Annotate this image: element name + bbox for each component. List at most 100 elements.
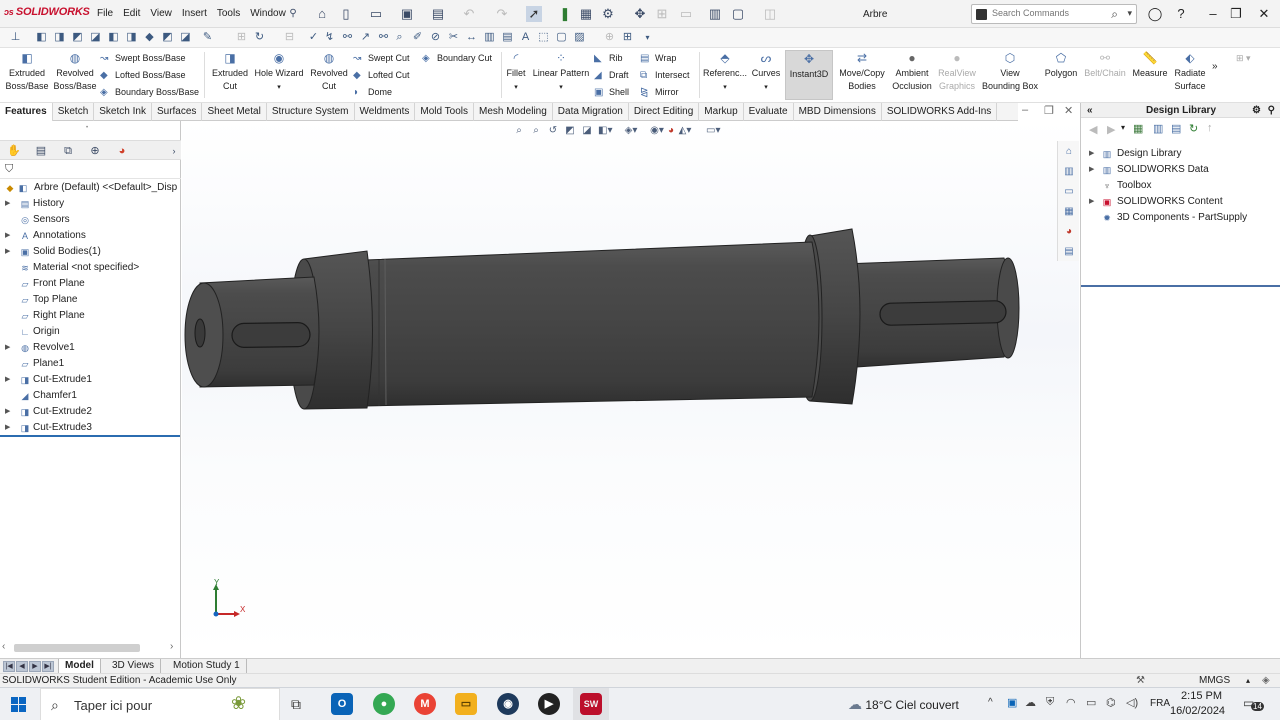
cube-icon[interactable]: ◧ — [34, 30, 49, 45]
view-bounding-box-button[interactable]: ⬡ View Bounding Box — [979, 51, 1041, 93]
radiate-surface-button[interactable]: ⬖ Radiate Surface — [1171, 51, 1209, 93]
cube-icon[interactable]: ◪ — [178, 30, 193, 45]
library-item-3d-components[interactable]: ✹ 3D Components - PartSupply — [1081, 210, 1280, 226]
redo-icon[interactable]: ↷ — [494, 6, 510, 22]
mirror-button[interactable]: ⧎ Mirror — [640, 86, 679, 99]
mirror-icon[interactable]: ⊟ — [282, 30, 297, 45]
draft-button[interactable]: ◢ Draft — [594, 69, 629, 82]
link-icon[interactable]: ⚯ — [376, 30, 391, 45]
extruded-boss-button[interactable]: ◧ Extruded Boss/Base — [4, 51, 50, 93]
dimxpert-icon[interactable]: ⊕ — [87, 143, 103, 159]
expand-icon[interactable]: ▶ — [1089, 146, 1094, 162]
tab-evaluate[interactable]: Evaluate — [744, 103, 794, 121]
chevron-down-icon[interactable]: ▾ — [1127, 8, 1132, 19]
file-properties-icon[interactable]: ▦ — [578, 6, 594, 22]
table-icon[interactable]: ▤ — [500, 30, 515, 45]
frame-icon[interactable]: ▢ — [554, 30, 569, 45]
outlook-tray-icon[interactable]: ▣ — [1007, 696, 1017, 709]
pin-icon[interactable]: ⚲ — [285, 6, 301, 22]
bars-icon[interactable]: ▥ — [482, 30, 497, 45]
grid-icon[interactable]: ⊞ — [234, 30, 249, 45]
crosshair-icon[interactable]: ⊕ — [602, 30, 617, 45]
expand-icon[interactable]: ▶ — [5, 420, 10, 436]
prev-tab-icon[interactable]: ◀ — [16, 661, 28, 672]
browser-icon[interactable]: ◉ — [497, 693, 519, 715]
units-dropdown-icon[interactable]: ▴ — [1246, 674, 1250, 687]
tab-sketch[interactable]: Sketch — [53, 103, 95, 121]
tab-3d-views[interactable]: 3D Views — [106, 659, 162, 673]
rollback-bar[interactable] — [0, 435, 180, 437]
tab-sheet-metal[interactable]: Sheet Metal — [202, 103, 267, 121]
tab-solidworks-add-ins[interactable]: SOLIDWORKS Add-Ins — [882, 103, 998, 121]
tree-item-sensors[interactable]: ◎ Sensors — [0, 212, 181, 228]
task-view-icon[interactable]: ⧉ — [291, 696, 301, 713]
chrome-profile-icon[interactable]: M — [414, 693, 436, 715]
cube-icon[interactable]: ◩ — [70, 30, 85, 45]
tab-mold-tools[interactable]: Mold Tools — [415, 103, 474, 121]
outlook-icon[interactable]: O — [331, 693, 353, 715]
part-model-shaft[interactable] — [182, 121, 1079, 658]
tree-item-plane1[interactable]: ▱ Plane1 — [0, 356, 181, 372]
tree-item-top-plane[interactable]: ▱ Top Plane — [0, 292, 181, 308]
tree-item-right-plane[interactable]: ▱ Right Plane — [0, 308, 181, 324]
tree-item-material[interactable]: ≋ Material <not specified> — [0, 260, 181, 276]
quick-tips-icon[interactable]: ◈ — [1262, 674, 1270, 687]
graphics-area[interactable]: ⌕ ⌕ ↺ ◩ ◪ ◧▾ ◈▾ ◉▾ ◕ ◭▾ ▭▾ ⌂ ▥ ▭ ▦ ◕ ▤ Y… — [182, 121, 1079, 658]
scroll-left-icon[interactable]: ‹ — [2, 641, 5, 652]
curves-button[interactable]: ᔕ Curves ▾ — [749, 51, 783, 94]
file-explorer-icon[interactable]: ▭ — [455, 693, 477, 715]
brush-icon[interactable]: ✎ — [200, 30, 215, 45]
tab-surfaces[interactable]: Surfaces — [152, 103, 203, 121]
tab-mbd-dimensions[interactable]: MBD Dimensions — [794, 103, 882, 121]
user-icon[interactable]: ◯ — [1147, 6, 1163, 22]
filter-icon[interactable]: ⛉ — [5, 163, 13, 176]
cube-icon[interactable]: ◨ — [52, 30, 67, 45]
up-icon[interactable]: ↑ — [1207, 122, 1213, 134]
boundary-cut-button[interactable]: ◈ Boundary Cut — [422, 52, 492, 65]
configuration-manager-icon[interactable]: ⧉ — [60, 143, 76, 159]
taskbar-search[interactable]: ⌕ Taper ici pour ❀ — [40, 688, 280, 720]
extruded-cut-button[interactable]: ◨ Extruded Cut — [207, 51, 253, 93]
belt-chain-button[interactable]: ⚯ Belt/Chain — [1082, 51, 1128, 80]
menu-tools[interactable]: Tools — [212, 8, 245, 19]
menu-view[interactable]: View — [145, 8, 177, 19]
revolved-boss-button[interactable]: ◍ Revolved Boss/Base — [52, 51, 98, 93]
splitter-handle[interactable]: • — [86, 125, 92, 131]
palette-icon[interactable]: ▥ — [707, 6, 723, 22]
volume-icon[interactable]: ◁) — [1126, 696, 1138, 709]
security-tray-icon[interactable]: ⛨ — [1046, 696, 1054, 709]
save-icon[interactable]: ▣ — [399, 6, 415, 22]
tree-item-history[interactable]: ▶ ▤ History — [0, 196, 181, 212]
cube-icon[interactable]: ◆ — [142, 30, 157, 45]
minimize-icon[interactable]: – — [1205, 6, 1221, 21]
rotate-icon[interactable]: ↻ — [252, 30, 267, 45]
check-icon[interactable]: ✓ — [306, 30, 321, 45]
close-icon[interactable]: ✕ — [1256, 6, 1272, 22]
swept-cut-button[interactable]: ↝ Swept Cut — [353, 52, 410, 65]
show-hidden-icons-icon[interactable]: ^ — [988, 697, 993, 708]
linear-pattern-button[interactable]: ⁘ Linear Pattern ▾ — [530, 51, 592, 94]
expand-icon[interactable]: ▶ — [5, 196, 10, 212]
search-icon[interactable]: ⌕ — [1111, 7, 1118, 22]
expand-icon[interactable]: ▶ — [5, 372, 10, 388]
feature-tree-icon[interactable]: ✋ — [6, 143, 22, 159]
menu-insert[interactable]: Insert — [177, 8, 212, 19]
tab-data-migration[interactable]: Data Migration — [553, 103, 629, 121]
library-item-solidworks-content[interactable]: ▶ ▣ SOLIDWORKS Content — [1081, 194, 1280, 210]
traffic-light-icon[interactable]: ❚ — [557, 6, 573, 22]
arrow-icon[interactable]: ↗ — [358, 30, 373, 45]
reference-geometry-button[interactable]: ⬘ Referenc... ▾ — [702, 51, 748, 94]
more-chevron-icon[interactable]: » — [1212, 60, 1218, 73]
options-icon[interactable]: ⊞ ▾ — [1236, 52, 1251, 65]
zoom-icon[interactable]: ⌕ — [392, 30, 407, 45]
tree-item-cut-extrude2[interactable]: ▶ ◨ Cut-Extrude2 — [0, 404, 181, 420]
horizontal-scrollbar[interactable]: ‹ › — [0, 640, 181, 656]
options-gear-icon[interactable]: ⚙ — [600, 6, 616, 22]
chrome-icon[interactable]: ● — [373, 693, 395, 715]
first-tab-icon[interactable]: |◀ — [3, 661, 15, 672]
chevron-right-icon[interactable]: › — [166, 143, 182, 159]
expand-icon[interactable]: ▶ — [5, 340, 10, 356]
move-copy-bodies-button[interactable]: ⇄ Move/Copy Bodies — [836, 51, 888, 93]
language-indicator[interactable]: FRA — [1150, 698, 1170, 709]
forward-icon[interactable]: ▶ — [1107, 123, 1115, 136]
